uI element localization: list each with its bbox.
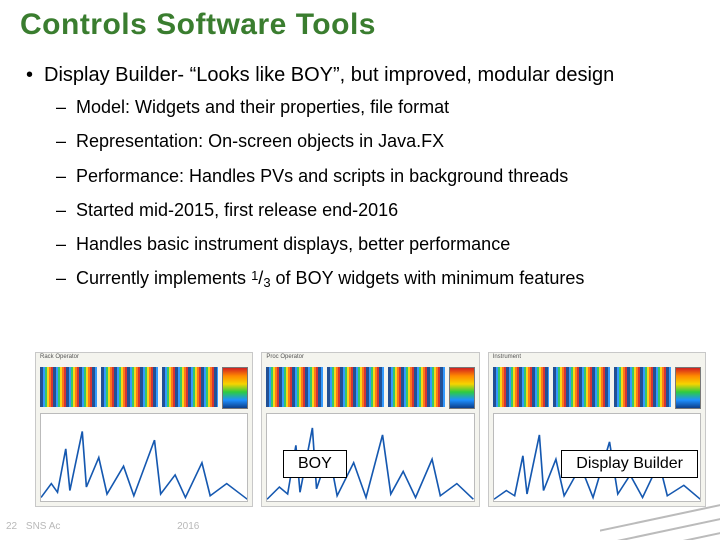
colorbar: [449, 367, 475, 409]
screenshot-row: Rack Operator Proc Operator Instrument: [35, 352, 706, 507]
spectrogram: [40, 367, 218, 407]
screenshot-boy-1: Rack Operator: [35, 352, 253, 507]
sub-bullet: Started mid-2015, first release end-2016: [56, 198, 706, 222]
sub-bullet: Performance: Handles PVs and scripts in …: [56, 164, 706, 188]
label-display-builder: Display Builder: [561, 450, 698, 478]
colorbar: [222, 367, 248, 409]
slide: Controls Software Tools Display Builder-…: [0, 0, 720, 540]
sub-bullets: Model: Widgets and their properties, fil…: [56, 95, 706, 292]
bullet-main: Display Builder- “Looks like BOY”, but i…: [26, 62, 706, 89]
sub-bullet-text: of BOY widgets with minimum features: [271, 268, 585, 288]
screenshot-boy-2: Proc Operator: [261, 352, 479, 507]
screenshot-header: Rack Operator: [40, 354, 248, 360]
sub-bullet: Handles basic instrument displays, bette…: [56, 232, 706, 256]
footer-year: 2016: [177, 521, 199, 532]
colorbar: [675, 367, 701, 409]
fraction-denominator: 3: [263, 275, 270, 290]
sub-bullet-fraction: Currently implements 1/3 of BOY widgets …: [56, 266, 706, 292]
screenshot-header: Proc Operator: [266, 354, 474, 360]
page-number: 22: [6, 521, 17, 532]
sub-bullet: Representation: On-screen objects in Jav…: [56, 129, 706, 153]
slide-body: Display Builder- “Looks like BOY”, but i…: [26, 62, 706, 302]
sub-bullet-text: Currently implements: [76, 268, 251, 288]
label-boy: BOY: [283, 450, 347, 478]
footer-text: SNS Ac: [26, 521, 60, 532]
screenshot-display-builder: Instrument: [488, 352, 706, 507]
spectrogram: [493, 367, 671, 407]
screenshot-header: Instrument: [493, 354, 701, 360]
line-plot: [40, 413, 248, 502]
slide-title: Controls Software Tools: [20, 8, 376, 42]
spectrogram: [266, 367, 444, 407]
sub-bullet: Model: Widgets and their properties, fil…: [56, 95, 706, 119]
footer: 22 SNS Ac 2016: [6, 521, 199, 532]
fraction-numerator: 1: [251, 268, 258, 283]
